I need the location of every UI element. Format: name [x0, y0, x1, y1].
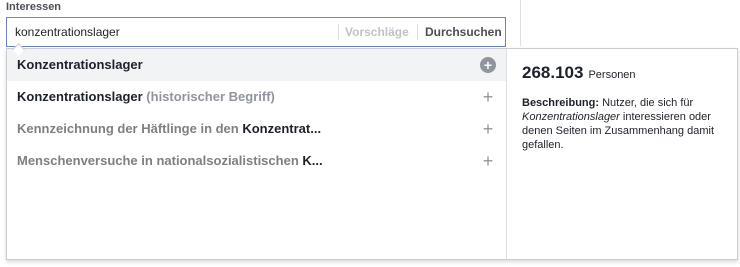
suggestion-item[interactable]: Konzentrationslager (historischer Begrif…	[7, 81, 506, 113]
description-text: Nutzer, die sich für	[602, 97, 694, 109]
suggestion-list: Konzentrationslager + Konzentrationslage…	[7, 49, 506, 259]
audience-unit: Personen	[588, 69, 636, 81]
interests-label: Interessen	[6, 1, 62, 13]
suggestion-label: Konzentrationslager (historischer Begrif…	[17, 89, 275, 104]
suggestion-text-part: Konzentrationslager	[17, 57, 143, 72]
plus-circle-icon[interactable]: +	[480, 57, 496, 73]
suggestion-text-part: Menschenversuche in nationalsozialistisc…	[17, 153, 303, 168]
suggestion-item[interactable]: Kennzeichnung der Häftlinge in den Konze…	[7, 113, 506, 145]
description-keyword: Konzentrationslager	[522, 111, 620, 123]
suggestions-button[interactable]: Vorschläge	[345, 18, 409, 46]
plus-icon[interactable]: +	[480, 152, 496, 170]
description-label: Beschreibung:	[522, 97, 600, 109]
suggestion-text-part: Kennzeichnung der Häftlinge in den	[17, 121, 243, 136]
suggestion-item[interactable]: Menschenversuche in nationalsozialistisc…	[7, 145, 506, 177]
suggestion-item[interactable]: Konzentrationslager +	[7, 49, 506, 81]
description: Beschreibung: Nutzer, die sich für Konze…	[522, 96, 722, 152]
suggestion-dropdown: Konzentrationslager + Konzentrationslage…	[6, 48, 738, 260]
suggestion-label: Kennzeichnung der Häftlinge in den Konze…	[17, 121, 321, 136]
suggestion-label: Konzentrationslager	[17, 57, 143, 72]
audience-size: 268.103 Personen	[522, 63, 722, 83]
suggestion-label: Menschenversuche in nationalsozialistisc…	[17, 153, 323, 168]
search-bar: Vorschläge Durchsuchen	[6, 17, 506, 47]
plus-icon[interactable]: +	[480, 88, 496, 106]
panel-border	[520, 0, 521, 46]
suggestion-text-part: (historischer Begriff)	[142, 89, 275, 104]
suggestion-text-part: Konzentrationslager	[17, 89, 143, 104]
suggestion-text-part: Konzentrat...	[242, 121, 322, 136]
divider	[338, 24, 339, 40]
divider	[417, 24, 418, 40]
divider	[506, 49, 507, 259]
suggestion-text-part: K...	[302, 153, 323, 168]
audience-count: 268.103	[522, 63, 584, 82]
browse-button[interactable]: Durchsuchen	[425, 18, 502, 46]
search-input[interactable]	[7, 18, 337, 46]
plus-icon[interactable]: +	[480, 120, 496, 138]
detail-panel: 268.103 Personen Beschreibung: Nutzer, di…	[522, 63, 722, 152]
